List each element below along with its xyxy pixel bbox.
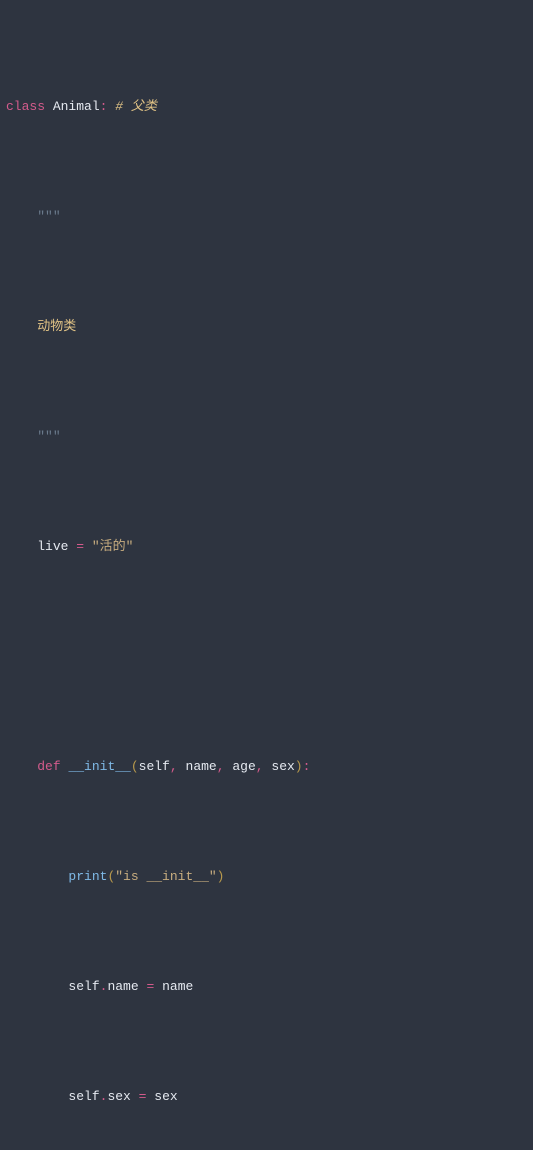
- fn-print: print: [68, 869, 107, 884]
- rpar: ): [217, 869, 225, 884]
- colon: :: [303, 759, 311, 774]
- comma: ,: [256, 759, 264, 774]
- class-name-animal: Animal: [53, 99, 100, 114]
- code-line: class Animal: # 父类: [4, 96, 529, 118]
- param-self: self: [139, 759, 170, 774]
- code-line: def __init__(self, name, age, sex):: [4, 756, 529, 778]
- string-live: "活的": [92, 539, 134, 554]
- code-line: """: [4, 426, 529, 448]
- code-line: self.sex = sex: [4, 1086, 529, 1108]
- colon: :: [100, 99, 108, 114]
- op-assign: =: [76, 539, 84, 554]
- docstring-open: """: [37, 209, 60, 224]
- keyword-def: def: [37, 759, 60, 774]
- dot: .: [100, 979, 108, 994]
- code-line: live = "活的": [4, 536, 529, 558]
- blank-line: [4, 646, 529, 668]
- code-line: 动物类: [4, 316, 529, 338]
- docstring-close: """: [37, 429, 60, 444]
- comma: ,: [170, 759, 178, 774]
- self: self: [68, 1089, 99, 1104]
- code-line: print("is __init__"): [4, 866, 529, 888]
- param-age: age: [232, 759, 255, 774]
- lpar: (: [131, 759, 139, 774]
- attr-name: name: [107, 979, 138, 994]
- keyword-class: class: [6, 99, 45, 114]
- docstring-text: 动物类: [37, 319, 76, 334]
- code-editor[interactable]: class Animal: # 父类 """ 动物类 """ live = "活…: [0, 0, 533, 1150]
- code-line: """: [4, 206, 529, 228]
- attr-sex: sex: [107, 1089, 130, 1104]
- lpar: (: [107, 869, 115, 884]
- rpar: ): [295, 759, 303, 774]
- code-line: self.name = name: [4, 976, 529, 998]
- param-name: name: [186, 759, 217, 774]
- dot: .: [100, 1089, 108, 1104]
- rhs-name: name: [162, 979, 193, 994]
- op-assign: =: [146, 979, 154, 994]
- comment-parent: # 父类: [115, 99, 157, 114]
- self: self: [68, 979, 99, 994]
- rhs-sex: sex: [154, 1089, 177, 1104]
- string-is-init: "is __init__": [115, 869, 216, 884]
- param-sex: sex: [271, 759, 294, 774]
- op-assign: =: [139, 1089, 147, 1104]
- comma: ,: [217, 759, 225, 774]
- attr-live: live: [37, 539, 68, 554]
- method-init: __init__: [68, 759, 130, 774]
